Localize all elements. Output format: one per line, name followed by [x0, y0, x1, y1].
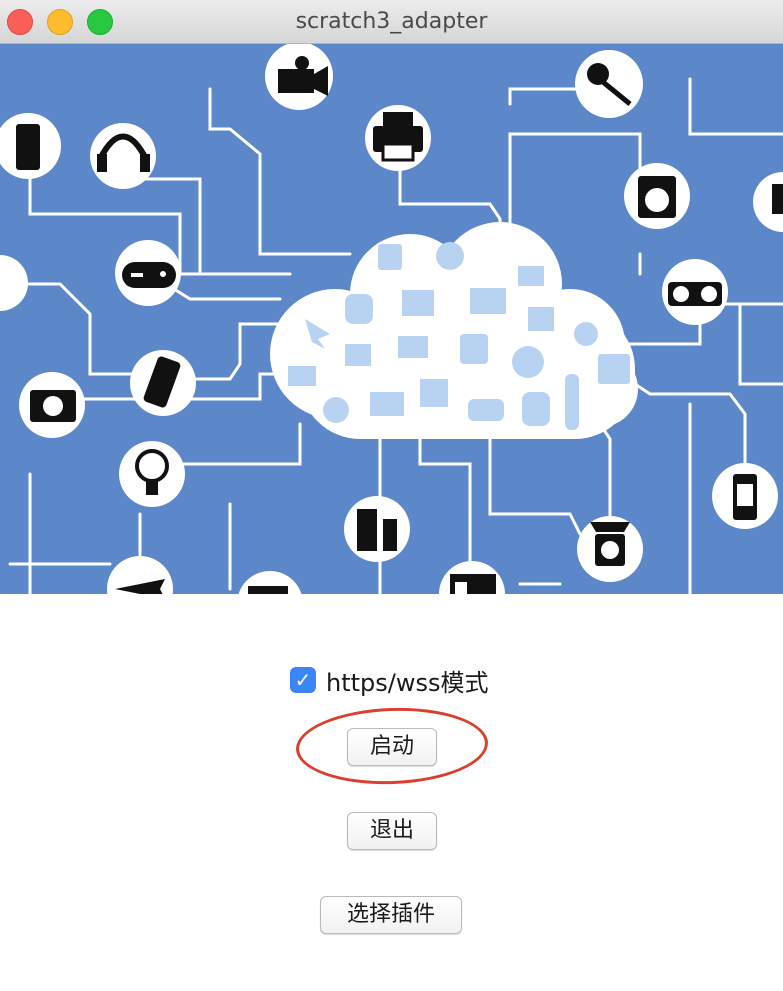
select-plugin-button[interactable]: 选择插件 [320, 896, 462, 934]
drill-node [238, 571, 302, 594]
iot-network-illustration [0, 44, 783, 594]
boombox-node [662, 259, 728, 325]
printer-node [365, 105, 431, 171]
iot-banner-image [0, 44, 783, 594]
https-wss-label[interactable]: https/wss模式 [326, 663, 489, 698]
microphone-node [575, 50, 643, 118]
mobile-phone-node [130, 350, 196, 416]
washing-machine-node [624, 163, 690, 229]
headset-node [90, 123, 156, 189]
partial-node-left [0, 255, 28, 311]
airplane-node [107, 556, 173, 594]
computer-node [439, 561, 505, 594]
blender-node [0, 113, 61, 179]
camcorder-node [265, 44, 333, 110]
controls-panel: ✓ https/wss模式 启动 退出 选择插件 [0, 594, 783, 991]
app-window: scratch3_adapter ✓ https/wss模式 启动 退出 选择插… [0, 0, 783, 991]
https-wss-checkbox[interactable]: ✓ [290, 667, 316, 693]
smartwatch-node [712, 463, 778, 529]
window-title: scratch3_adapter [295, 9, 488, 34]
laptop-node [753, 172, 783, 232]
https-wss-option[interactable]: ✓ https/wss模式 [290, 663, 489, 698]
gamepad-node [115, 240, 181, 306]
quit-button[interactable]: 退出 [347, 812, 437, 850]
kitchen-scale-node [577, 516, 643, 582]
title-bar[interactable]: scratch3_adapter [0, 0, 783, 44]
start-button[interactable]: 启动 [347, 728, 437, 766]
light-bulb-node [119, 441, 185, 507]
camera-node [19, 372, 85, 438]
speaker-node [344, 496, 410, 562]
